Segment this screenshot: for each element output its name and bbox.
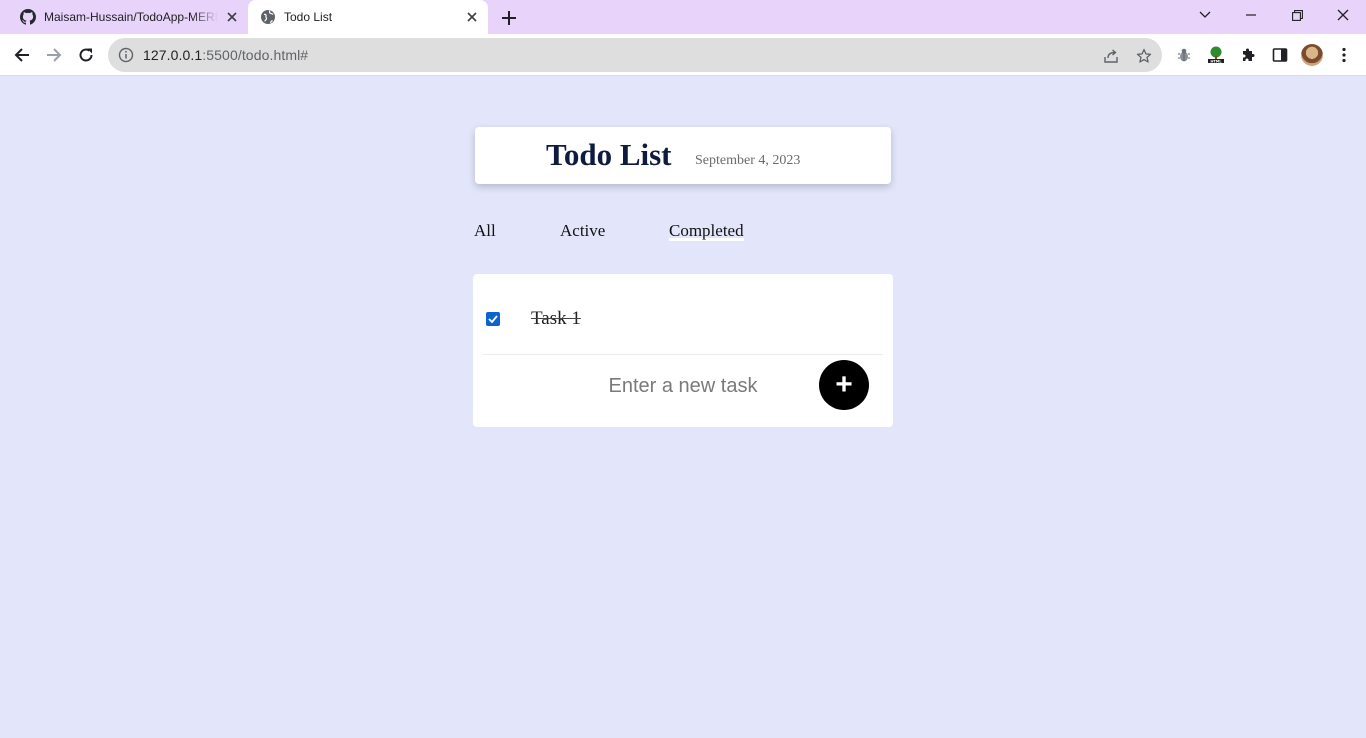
close-tab-icon[interactable] (224, 9, 240, 25)
browser-toolbar: 127.0.0.1:5500/todo.html# HTML (0, 34, 1366, 76)
svg-text:HTML: HTML (1210, 59, 1222, 63)
tab-title: Maisam-Hussain/TodoApp-MERN (44, 10, 218, 24)
reload-icon (79, 48, 93, 62)
arrow-right-icon (47, 48, 62, 62)
url-host: 127.0.0.1 (143, 47, 203, 63)
github-icon (20, 9, 36, 25)
filter-completed[interactable]: Completed (669, 221, 744, 241)
divider (483, 354, 883, 355)
tab-strip: Maisam-Hussain/TodoApp-MERN Todo List (0, 0, 1366, 34)
tab-todo-list[interactable]: Todo List (248, 0, 488, 34)
filter-active[interactable]: Active (560, 221, 605, 241)
profile-avatar[interactable] (1301, 44, 1323, 66)
close-window-button[interactable] (1320, 0, 1366, 30)
side-panel-icon[interactable] (1268, 43, 1292, 67)
url-path: :5500/todo.html# (202, 47, 309, 63)
share-icon[interactable] (1102, 47, 1120, 65)
close-tab-icon[interactable] (464, 9, 480, 25)
tab-title: Todo List (284, 10, 333, 24)
new-task-input[interactable] (533, 368, 833, 404)
bookmark-star-icon[interactable] (1135, 47, 1153, 65)
current-date: September 4, 2023 (695, 153, 801, 168)
tab-search-button[interactable] (1182, 0, 1228, 30)
html-tree-extension-icon[interactable]: HTML (1204, 43, 1228, 67)
checkmark-icon (488, 315, 498, 323)
header-card: Todo List September 4, 2023 (475, 127, 891, 184)
todo-list-card: Task 1 + (473, 274, 893, 427)
extensions-puzzle-icon[interactable] (1236, 43, 1260, 67)
arrow-left-icon (14, 48, 29, 62)
restore-icon (1291, 9, 1303, 21)
task-checkbox[interactable] (486, 312, 500, 326)
task-label: Task 1 (531, 308, 581, 329)
task-item: Task 1 (473, 274, 893, 354)
chevron-down-icon (1199, 11, 1211, 18)
page-title: Todo List (546, 137, 672, 172)
address-url[interactable]: 127.0.0.1:5500/todo.html# (143, 47, 308, 63)
bug-extension-icon[interactable] (1172, 43, 1196, 67)
tab-github[interactable]: Maisam-Hussain/TodoApp-MERN (8, 0, 248, 34)
globe-icon (260, 9, 276, 25)
add-task-button[interactable]: + (819, 360, 869, 410)
minimize-button[interactable] (1228, 0, 1274, 30)
site-info-icon[interactable] (118, 47, 134, 63)
reload-button[interactable] (74, 43, 98, 67)
new-tab-button[interactable] (498, 7, 520, 29)
address-bar[interactable]: 127.0.0.1:5500/todo.html# (108, 38, 1162, 72)
forward-button[interactable] (42, 43, 66, 67)
back-button[interactable] (10, 43, 34, 67)
close-icon (1337, 9, 1349, 21)
filter-all[interactable]: All (474, 221, 496, 241)
restore-button[interactable] (1274, 0, 1320, 30)
minimize-icon (1246, 14, 1256, 16)
more-menu-icon[interactable] (1332, 43, 1356, 67)
plus-icon (502, 11, 516, 25)
